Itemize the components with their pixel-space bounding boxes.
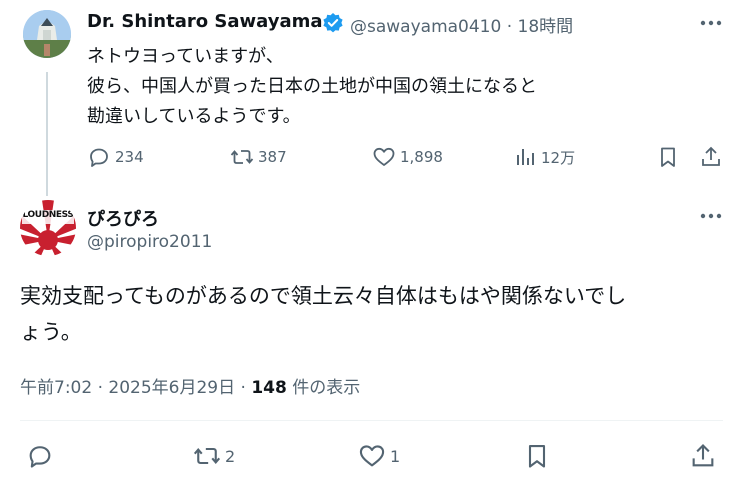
divider (20, 420, 723, 421)
author-name[interactable]: Dr. Shintaro Sawayama (87, 11, 323, 32)
bookmark-icon (528, 445, 546, 468)
castle-photo-icon (23, 10, 71, 58)
share-icon (702, 146, 720, 166)
repost-button[interactable]: 2 (193, 442, 235, 470)
like-button[interactable]: 1,898 (372, 145, 443, 169)
like-icon (373, 147, 395, 166)
post-time[interactable]: 18時間 (518, 17, 574, 37)
view-label: 件の表示 (292, 378, 361, 398)
tweet-text: ネトウヨっていますが、 彼ら、中国人が買った日本の土地が中国の領土になると 勘違… (87, 42, 707, 132)
rising-sun-logo-icon (20, 200, 76, 256)
views-button[interactable]: 12万 (513, 145, 575, 169)
post-metadata: 午前7:02 · 2025年6月29日 · 148 件の表示 (20, 373, 360, 398)
avatar-logo-text: LOUDNESS (22, 210, 74, 220)
repost-icon (230, 150, 254, 164)
author-handle[interactable]: @sawayama0410 (350, 17, 501, 37)
tweet-text-line: ネトウヨっていますが、 (87, 46, 284, 67)
more-icon[interactable] (697, 205, 725, 227)
reply-text-line: ょう。 (20, 320, 82, 344)
separator-dot: · (97, 378, 103, 398)
reply-author-handle[interactable]: @piropiro2011 (87, 232, 212, 252)
repost-count: 387 (258, 148, 287, 166)
reply-count: 234 (115, 148, 144, 166)
post-date[interactable]: 2025年6月29日 (108, 378, 235, 398)
view-count: 148 (251, 378, 287, 398)
reply-text-line: 実効支配ってものがあるので領土云々自体はもはや関係ないでし (20, 284, 627, 308)
like-button[interactable]: 1 (358, 442, 400, 470)
view-count: 12万 (541, 148, 576, 167)
reply-button[interactable]: 234 (87, 145, 144, 169)
separator-dot: · (506, 17, 513, 37)
reply-author-name[interactable]: ぴろぴろ (87, 205, 159, 231)
like-icon (359, 445, 385, 467)
reply-icon (90, 148, 108, 167)
reply-button[interactable] (26, 442, 58, 470)
bookmark-button[interactable] (656, 145, 680, 169)
like-count: 1,898 (400, 148, 443, 166)
post-time[interactable]: 午前7:02 (20, 378, 92, 398)
author-avatar[interactable] (23, 10, 71, 58)
share-button[interactable] (699, 145, 723, 169)
views-icon (517, 149, 534, 165)
author-handle-and-time: @sawayama0410 · 18時間 (350, 12, 573, 37)
repost-button[interactable]: 387 (230, 145, 287, 169)
share-icon (692, 444, 714, 467)
reply-author-avatar[interactable]: LOUDNESS (20, 200, 76, 256)
repost-icon (193, 447, 221, 465)
verified-badge-icon (323, 13, 343, 33)
tweet-text-line: 勘違いしているようです。 (87, 106, 301, 127)
bookmark-button[interactable] (523, 442, 551, 470)
tweet-text-line: 彼ら、中国人が買った日本の土地が中国の領土になると (87, 76, 537, 97)
bookmark-icon (661, 147, 675, 167)
more-icon[interactable] (697, 12, 725, 34)
separator-dot: · (240, 378, 246, 398)
thread-connector-line (46, 72, 48, 196)
repost-count: 2 (225, 446, 236, 466)
like-count: 1 (390, 446, 401, 466)
reply-icon (29, 446, 51, 468)
share-button[interactable] (689, 442, 717, 470)
reply-text: 実効支配ってものがあるので領土云々自体はもはや関係ないでし ょう。 (20, 278, 725, 350)
